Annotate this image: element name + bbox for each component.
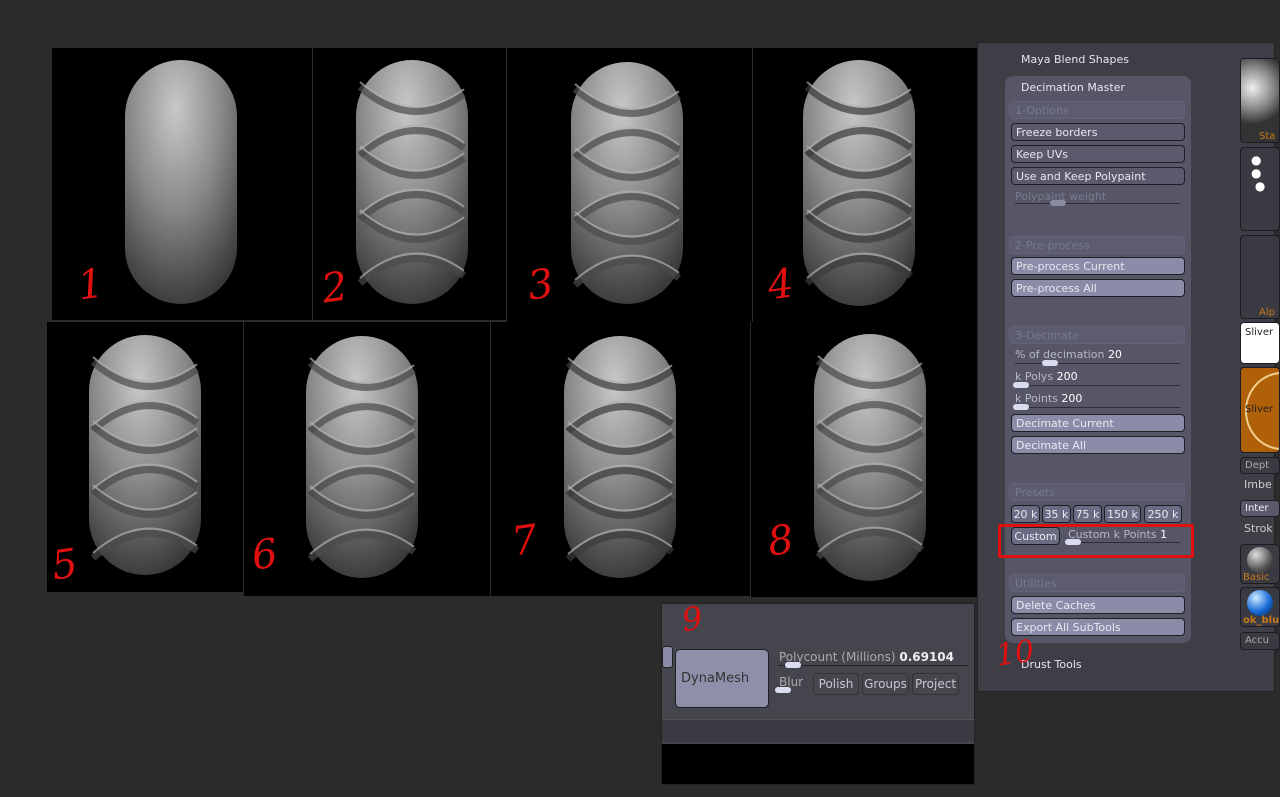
imbed-label: Imbe: [1244, 478, 1272, 491]
polish-button[interactable]: Polish: [813, 673, 859, 695]
polycount-label: Polycount (Millions) 0.69104: [779, 650, 954, 664]
viewport-strip: [662, 719, 974, 742]
blue-material[interactable]: ok_blu: [1240, 587, 1280, 627]
render-panel-6: [244, 322, 490, 596]
slider-knob[interactable]: [1013, 382, 1029, 388]
freeze-borders-toggle[interactable]: Freeze borders: [1011, 123, 1185, 141]
preset-150k-button[interactable]: 150 k: [1104, 505, 1141, 523]
preset-75k-button[interactable]: 75 k: [1073, 505, 1102, 523]
alpha-thumbnail[interactable]: Alp: [1240, 235, 1280, 319]
sphere-icon: [1247, 547, 1273, 573]
decimation-percent-label: % of decimation 20: [1015, 348, 1122, 361]
accu-button[interactable]: Accu: [1240, 632, 1280, 650]
presets-header: Presets: [1009, 483, 1185, 501]
options-header: 1-Options: [1009, 101, 1185, 119]
stroke-label: Strok: [1244, 522, 1273, 535]
capsule-render: [89, 335, 201, 575]
stroke-name: Sliver: [1245, 327, 1274, 338]
preprocess-current-button[interactable]: Pre-process Current: [1011, 257, 1185, 275]
brush-name: Sliver: [1245, 404, 1274, 415]
annotation-number: 10: [993, 633, 1037, 674]
decimate-current-button[interactable]: Decimate Current: [1011, 414, 1185, 432]
keep-polypaint-toggle[interactable]: Use and Keep Polypaint: [1011, 167, 1185, 185]
slider-knob[interactable]: [785, 662, 801, 668]
preset-20k-button[interactable]: 20 k: [1011, 505, 1040, 523]
value: 20: [1107, 348, 1122, 361]
basic-material[interactable]: Basic: [1240, 544, 1280, 584]
preprocess-header: 2-Pre-process: [1009, 236, 1185, 254]
stroke-name-box[interactable]: Sliver: [1240, 322, 1280, 364]
label: ok_blu: [1243, 615, 1280, 626]
decimation-percent-slider[interactable]: [1015, 363, 1180, 364]
export-all-subtools-button[interactable]: Export All SubTools: [1011, 618, 1185, 636]
project-button[interactable]: Project: [912, 673, 959, 695]
render-panel-5: [47, 322, 243, 592]
value: 0.69104: [899, 650, 954, 664]
slider-knob[interactable]: [1042, 360, 1058, 366]
decimate-header: 3-Decimate: [1009, 326, 1185, 344]
maya-blend-shapes-menu[interactable]: Maya Blend Shapes: [1021, 53, 1129, 66]
polycount-slider[interactable]: [778, 665, 968, 666]
blur-slider-knob[interactable]: [775, 687, 791, 693]
value: 200: [1056, 370, 1078, 383]
slider-knob[interactable]: [1050, 200, 1066, 206]
capsule-render: [306, 336, 418, 578]
brush-thumbnail[interactable]: Sliver: [1240, 367, 1280, 453]
alpha-label: Alp: [1259, 307, 1275, 318]
utilities-header: Utilities: [1009, 574, 1185, 592]
dots-icon: ● ● ●: [1251, 153, 1266, 193]
intensity-button[interactable]: Inter: [1240, 500, 1280, 517]
standard-label: Sta: [1259, 131, 1276, 142]
preprocess-all-button[interactable]: Pre-process All: [1011, 279, 1185, 297]
keep-uvs-toggle[interactable]: Keep UVs: [1011, 145, 1185, 163]
material-thumbnail[interactable]: Sta: [1240, 58, 1280, 143]
label: Basic: [1243, 572, 1270, 583]
value: 200: [1061, 392, 1083, 405]
groups-button[interactable]: Groups: [862, 673, 909, 695]
dynamesh-button[interactable]: DynaMesh: [675, 649, 769, 708]
sphere-icon: [1247, 590, 1273, 616]
depth-button[interactable]: Dept: [1240, 457, 1280, 474]
capsule-shape: [125, 60, 237, 304]
polypaint-weight-slider[interactable]: [1015, 203, 1180, 204]
preset-35k-button[interactable]: 35 k: [1042, 505, 1071, 523]
label: Dept: [1245, 460, 1270, 471]
k-points-slider[interactable]: [1015, 407, 1180, 408]
delete-caches-button[interactable]: Delete Caches: [1011, 596, 1185, 614]
preset-250k-button[interactable]: 250 k: [1144, 505, 1182, 523]
decimation-master-title[interactable]: Decimation Master: [1021, 81, 1125, 94]
k-polys-slider[interactable]: [1015, 385, 1180, 386]
decimate-all-button[interactable]: Decimate All: [1011, 436, 1185, 454]
label: Inter: [1245, 503, 1269, 514]
label: % of decimation: [1015, 348, 1105, 361]
annotation-highlight-box: [998, 524, 1194, 558]
viewport: [662, 744, 974, 784]
label: Accu: [1245, 635, 1269, 646]
stroke-thumbnail[interactable]: ● ● ●: [1240, 147, 1280, 231]
slider-knob[interactable]: [1013, 404, 1029, 410]
partial-button[interactable]: [662, 646, 673, 668]
